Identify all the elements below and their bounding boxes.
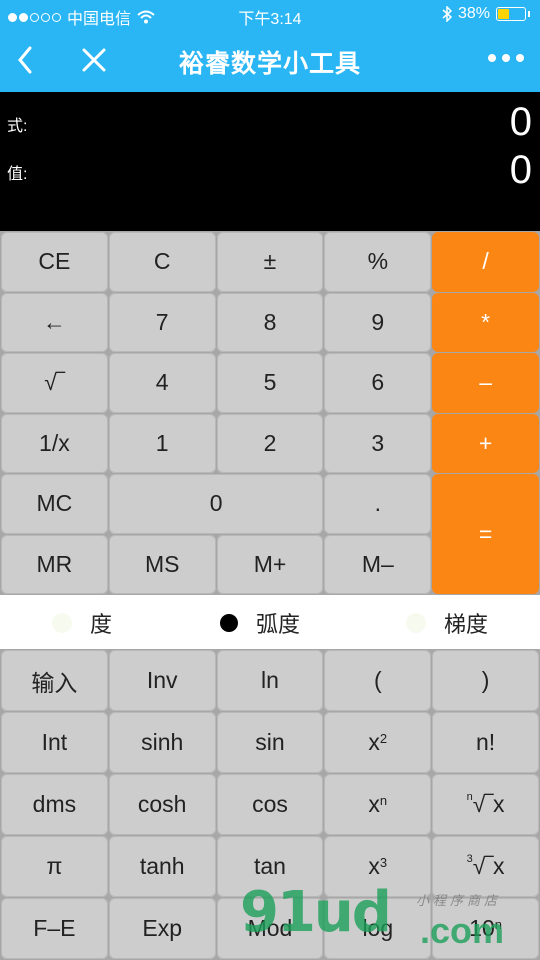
memory-add-key[interactable]: M+: [216, 534, 324, 594]
right-paren-key[interactable]: ): [432, 650, 539, 711]
memory-store-key[interactable]: MS: [108, 534, 216, 594]
digit-2-key[interactable]: 2: [216, 413, 324, 473]
exp-key[interactable]: Exp: [108, 898, 216, 959]
fixed-exponent-key[interactable]: F–E: [1, 898, 108, 959]
ten-power-key[interactable]: 10 n: [432, 898, 539, 959]
nav-bar: 裕睿数学小工具: [0, 30, 540, 92]
digit-6-key[interactable]: 6: [324, 353, 432, 413]
equals-key[interactable]: =: [432, 474, 539, 594]
status-bar: 中国电信 下午3:14 38%: [0, 0, 540, 30]
divide-key[interactable]: /: [432, 232, 539, 292]
mode-gradian[interactable]: 梯度: [406, 607, 488, 639]
battery-icon: [496, 7, 526, 21]
multiply-key[interactable]: *: [432, 292, 539, 352]
memory-recall-key[interactable]: MR: [1, 534, 108, 594]
clear-key[interactable]: C: [108, 232, 216, 292]
backspace-key[interactable]: ←: [1, 292, 108, 352]
basic-keypad: CE C ± % / ← 7 8 9 * √‾ 4 5 6 – 1/x 1 2 …: [0, 231, 540, 595]
expression-label: 式:: [7, 118, 28, 135]
mod-key[interactable]: Mod: [216, 898, 324, 959]
cube-root-key[interactable]: 3 √‾x: [432, 836, 539, 897]
digit-1-key[interactable]: 1: [108, 413, 216, 473]
ce-key[interactable]: CE: [1, 232, 108, 292]
battery-percent: 38%: [457, 5, 490, 22]
int-key[interactable]: Int: [1, 712, 108, 773]
digit-9-key[interactable]: 9: [324, 292, 432, 352]
digit-3-key[interactable]: 3: [324, 413, 432, 473]
tan-key[interactable]: tan: [216, 836, 324, 897]
memory-clear-key[interactable]: MC: [1, 474, 108, 534]
left-paren-key[interactable]: (: [324, 650, 432, 711]
digit-7-key[interactable]: 7: [108, 292, 216, 352]
cosh-key[interactable]: cosh: [108, 774, 216, 835]
sinh-key[interactable]: sinh: [108, 712, 216, 773]
more-icon: [488, 54, 496, 62]
radio-unselected-icon: [406, 613, 426, 633]
mode-degree[interactable]: 度: [52, 607, 112, 639]
pi-key[interactable]: π: [1, 836, 108, 897]
cos-key[interactable]: cos: [216, 774, 324, 835]
more-button[interactable]: [488, 54, 524, 62]
log-key[interactable]: log: [324, 898, 432, 959]
scientific-keypad: 输入 Inv ln ( ) Int sinh sin x2 n! dms cos…: [0, 649, 540, 960]
inverse-key[interactable]: Inv: [108, 650, 216, 711]
input-key[interactable]: 输入: [1, 650, 108, 711]
mode-degree-label: 度: [90, 612, 113, 637]
result-value: 0: [509, 148, 532, 192]
calculator-display: 式: 0 值: 0: [0, 92, 540, 231]
sign-toggle-key[interactable]: ±: [216, 232, 324, 292]
square-key[interactable]: x2: [324, 712, 432, 773]
memory-subtract-key[interactable]: M–: [324, 534, 432, 594]
radio-unselected-icon: [52, 613, 72, 633]
tanh-key[interactable]: tanh: [108, 836, 216, 897]
digit-5-key[interactable]: 5: [216, 353, 324, 413]
nth-root-key[interactable]: n √‾x: [432, 774, 539, 835]
battery-level-fill: [498, 9, 509, 19]
power-key[interactable]: xn: [324, 774, 432, 835]
mode-gradian-label: 梯度: [444, 612, 489, 637]
sin-key[interactable]: sin: [216, 712, 324, 773]
add-key[interactable]: +: [432, 413, 539, 473]
angle-mode-selector: 度 弧度 梯度: [0, 595, 540, 649]
reciprocal-key[interactable]: 1/x: [1, 413, 108, 473]
digit-4-key[interactable]: 4: [108, 353, 216, 413]
mode-radian[interactable]: 弧度: [220, 607, 300, 639]
expression-value: 0: [509, 100, 532, 144]
bluetooth-icon: [442, 6, 452, 22]
status-right: 38%: [442, 5, 530, 23]
dms-key[interactable]: dms: [1, 774, 108, 835]
subtract-key[interactable]: –: [432, 353, 539, 413]
digit-8-key[interactable]: 8: [216, 292, 324, 352]
mode-radian-label: 弧度: [256, 612, 301, 637]
factorial-key[interactable]: n!: [432, 712, 539, 773]
page-title: 裕睿数学小工具: [178, 50, 361, 78]
sqrt-key[interactable]: √‾: [1, 353, 108, 413]
result-label: 值:: [7, 166, 28, 183]
decimal-point-key[interactable]: .: [324, 474, 432, 534]
cube-key[interactable]: x3: [324, 836, 432, 897]
radio-selected-icon: [220, 614, 238, 632]
percent-key[interactable]: %: [324, 232, 432, 292]
ln-key[interactable]: ln: [216, 650, 324, 711]
digit-0-key[interactable]: 0: [108, 474, 324, 534]
top-bar: 中国电信 下午3:14 38% 裕睿数学小工具: [0, 0, 540, 92]
